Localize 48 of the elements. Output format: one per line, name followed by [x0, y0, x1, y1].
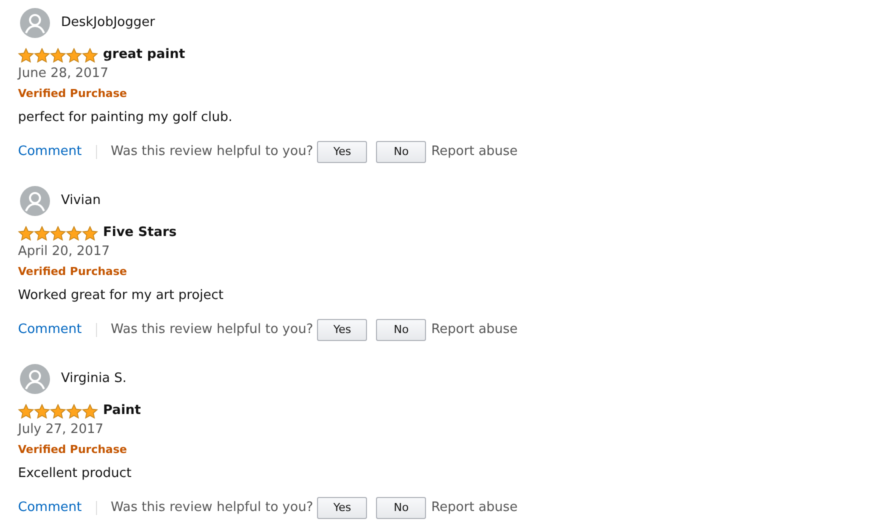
avatar-icon: [20, 364, 50, 394]
comment-link[interactable]: Comment: [18, 320, 82, 340]
star-icon: [82, 404, 98, 418]
star-icon: [18, 226, 34, 240]
star-icon: [34, 404, 50, 418]
review-title[interactable]: great paint: [103, 45, 186, 65]
star-icon: [66, 404, 82, 418]
star-icon: [66, 226, 82, 240]
review-body: perfect for painting my golf club.: [17, 109, 234, 127]
helpful-prompt: Was this review helpful to you?: [110, 321, 314, 340]
star-icon: [50, 48, 66, 62]
star-icon: [34, 226, 50, 240]
review-date: July 27, 2017: [16, 421, 104, 439]
yes-button[interactable]: Yes: [317, 141, 368, 163]
report-abuse-link[interactable]: Report abuse: [431, 142, 518, 162]
verified-purchase-label: Verified Purchase: [17, 86, 128, 102]
review-title[interactable]: Paint: [103, 401, 141, 421]
no-button[interactable]: No: [376, 497, 426, 519]
report-abuse-link[interactable]: Report abuse: [431, 498, 518, 518]
author-name[interactable]: Vivian: [61, 191, 101, 211]
review-title[interactable]: Five Stars: [103, 223, 177, 243]
yes-button[interactable]: Yes: [317, 497, 368, 519]
star-icon: [18, 404, 34, 418]
review-date: April 20, 2017: [17, 243, 111, 261]
comment-link[interactable]: Comment: [18, 142, 82, 162]
star-icon: [82, 48, 98, 62]
verified-purchase-label: Verified Purchase: [17, 264, 128, 280]
star-icon: [50, 226, 66, 240]
yes-button[interactable]: Yes: [317, 319, 368, 341]
avatar-icon: [20, 186, 50, 216]
no-button[interactable]: No: [376, 319, 426, 341]
star-icon: [18, 48, 34, 62]
review-date: June 28, 2017: [16, 65, 110, 83]
helpful-prompt: Was this review helpful to you?: [110, 499, 314, 518]
report-abuse-link[interactable]: Report abuse: [431, 320, 518, 340]
star-icon: [34, 48, 50, 62]
author-name[interactable]: DeskJobJogger: [61, 13, 155, 33]
avatar-icon: [20, 8, 50, 38]
helpful-prompt: Was this review helpful to you?: [110, 143, 314, 162]
author-name[interactable]: Virginia S.: [61, 369, 127, 389]
verified-purchase-label: Verified Purchase: [17, 442, 128, 458]
star-icon: [82, 226, 98, 240]
review-body: Worked great for my art project: [17, 287, 224, 305]
no-button[interactable]: No: [376, 141, 426, 163]
review-body: Excellent product: [17, 465, 133, 483]
comment-link[interactable]: Comment: [18, 498, 82, 518]
star-icon: [66, 48, 82, 62]
star-icon: [50, 404, 66, 418]
